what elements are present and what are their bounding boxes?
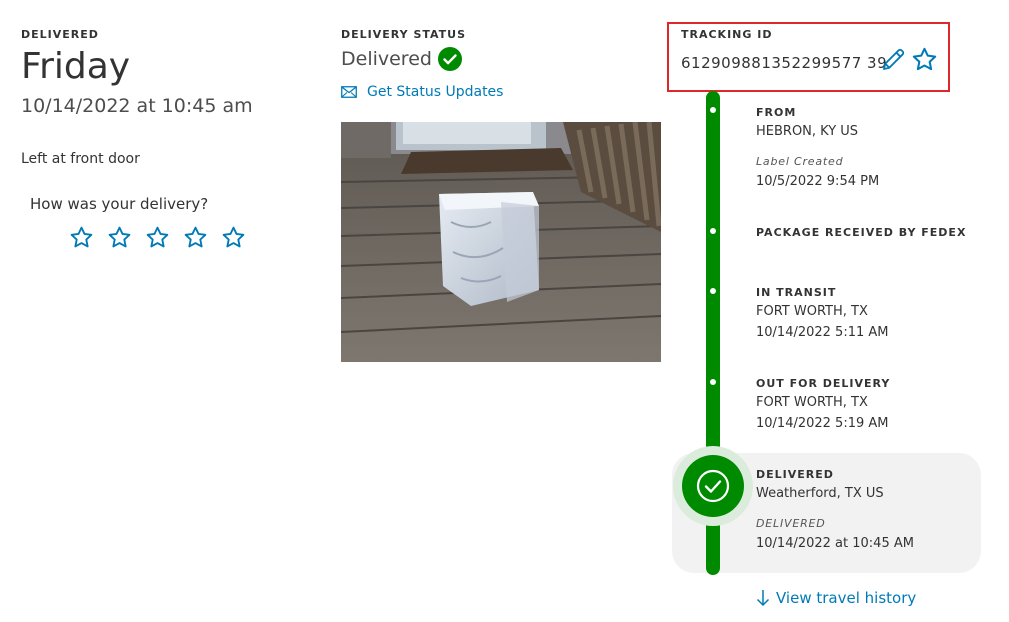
view-travel-history-link[interactable]: View travel history (756, 589, 916, 607)
timeline-event-location: Weatherford, TX US (756, 486, 884, 501)
timeline-event-location: FORT WORTH, TX (756, 304, 868, 319)
delivery-status-label: DELIVERY STATUS (341, 28, 467, 41)
timeline-event-title: OUT FOR DELIVERY (756, 377, 891, 390)
timeline-event-note: Label Created (756, 155, 844, 168)
package-photo-image (341, 122, 661, 362)
rating-star-1-icon[interactable] (69, 225, 94, 250)
delivery-status-text: Delivered (341, 48, 432, 70)
timeline-dot (710, 288, 716, 294)
pencil-icon[interactable] (880, 46, 907, 73)
timeline-event-location: FORT WORTH, TX (756, 395, 868, 410)
timeline-dot (710, 228, 716, 234)
delivered-label: DELIVERED (21, 28, 99, 41)
delivery-day: Friday (21, 46, 131, 87)
timeline-event-title: FROM (756, 106, 797, 119)
favorite-star-icon[interactable] (911, 46, 938, 73)
delivery-status: Delivered (341, 47, 462, 71)
timeline-event-title: DELIVERED (756, 468, 834, 481)
get-status-updates-link[interactable]: Get Status Updates (341, 84, 503, 100)
get-status-updates-label: Get Status Updates (367, 84, 504, 100)
rating-star-5-icon[interactable] (221, 225, 246, 250)
timeline-event-title: IN TRANSIT (756, 286, 837, 299)
timeline-event-note: DELIVERED (756, 517, 826, 530)
rating-star-2-icon[interactable] (107, 225, 132, 250)
rating-prompt: How was your delivery? (30, 195, 209, 213)
rating-star-4-icon[interactable] (183, 225, 208, 250)
timeline-event-title: PACKAGE RECEIVED BY FEDEX (756, 226, 967, 239)
timeline-event-datetime: 10/14/2022 at 10:45 AM (756, 536, 914, 551)
check-circle-icon (437, 47, 462, 71)
delivery-datetime: 10/14/2022 at 10:45 am (21, 95, 253, 117)
rating-star-3-icon[interactable] (145, 225, 170, 250)
delivered-check-icon (682, 455, 744, 517)
rating-stars (69, 225, 246, 250)
tracking-id-label: TRACKING ID (681, 28, 773, 41)
view-travel-history-label: View travel history (776, 589, 917, 607)
timeline-event-datetime: 10/14/2022 5:11 AM (756, 325, 889, 340)
timeline-dot (710, 107, 716, 113)
tracking-number[interactable]: 612909881352299577 39 (681, 54, 887, 72)
arrow-down-icon (756, 590, 770, 607)
timeline-event-location: HEBRON, KY US (756, 124, 859, 139)
delivery-location-note: Left at front door (21, 151, 140, 167)
timeline-dot (710, 379, 716, 385)
delivery-photo[interactable] (341, 122, 661, 362)
timeline-event-datetime: 10/14/2022 5:19 AM (756, 416, 889, 431)
timeline-event-datetime: 10/5/2022 9:54 PM (756, 174, 880, 189)
envelope-icon (341, 86, 357, 98)
